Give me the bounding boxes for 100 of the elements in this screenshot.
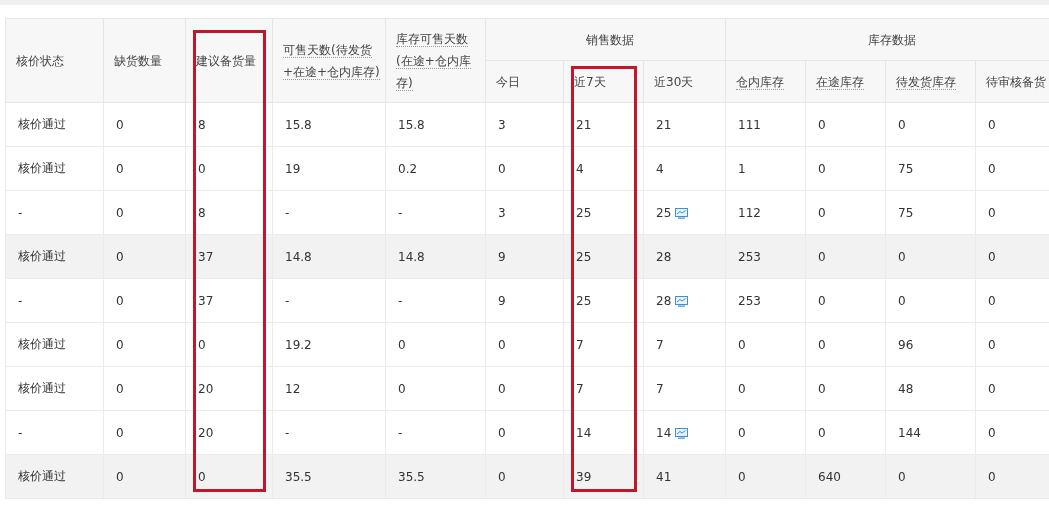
chart-icon[interactable] [675, 295, 689, 307]
table-cell: 0 [738, 381, 746, 396]
table-cell: 0 [818, 205, 826, 220]
table-cell: 0 [988, 337, 996, 352]
table-cell: 核价通过 [18, 337, 66, 351]
table-cell: 7 [656, 337, 664, 352]
table-cell: 核价通过 [18, 161, 66, 175]
table-cell: 0 [988, 469, 996, 484]
column-header: 可售天数(待发货+在途+仓内库存) [272, 18, 386, 103]
table-cell: 0 [116, 425, 124, 440]
table-cell: 0 [116, 117, 124, 132]
table-cell: 20 [198, 425, 214, 440]
table-cell: 28 [656, 249, 672, 264]
table-cell: - [18, 205, 23, 220]
table-cell: 9 [498, 293, 506, 308]
table-cell: 640 [818, 469, 841, 484]
table-cell: 96 [898, 337, 914, 352]
table-cell: 0 [738, 337, 746, 352]
table-cell: 14.8 [398, 249, 425, 264]
table-cell: 25 [576, 293, 592, 308]
table-cell: - [398, 205, 403, 220]
table-cell: 7 [656, 381, 664, 396]
table-cell: 12 [285, 381, 301, 396]
table-cell: 0 [818, 381, 826, 396]
table-cell: 20 [198, 381, 214, 396]
column-header: 核价状态 [5, 18, 104, 103]
table-cell: 7 [576, 381, 584, 396]
column-header: 在途库存 [805, 60, 886, 103]
column-header: 今日 [485, 60, 564, 103]
table-cell: 25 [576, 249, 592, 264]
table-cell: 8 [198, 117, 206, 132]
table-cell: 37 [198, 293, 214, 308]
table-cell: 41 [656, 469, 672, 484]
table-cell: 3 [498, 117, 506, 132]
table-cell: 0 [898, 469, 906, 484]
table-cell: 0 [198, 469, 206, 484]
table-cell: 111 [738, 117, 761, 132]
table-cell: - [398, 425, 403, 440]
table-cell: 核价通过 [18, 381, 66, 395]
table-cell: 0 [988, 293, 996, 308]
table-cell: 0 [988, 205, 996, 220]
table-cell: 35.5 [398, 469, 425, 484]
table-cell: 15.8 [398, 117, 425, 132]
table-cell: 8 [198, 205, 206, 220]
table-cell: 0 [198, 161, 206, 176]
table-cell: 75 [898, 205, 914, 220]
table-cell: 14.8 [285, 249, 312, 264]
table-cell: 0 [398, 381, 406, 396]
table-cell: - [398, 293, 403, 308]
table-cell: 48 [898, 381, 914, 396]
chart-icon[interactable] [675, 207, 689, 219]
table-cell: 21 [656, 117, 672, 132]
table-cell: 0 [988, 117, 996, 132]
table-cell: 1 [738, 161, 746, 176]
chart-icon[interactable] [675, 427, 689, 439]
table-cell: - [285, 293, 290, 308]
column-group-header: 库存数据 [725, 18, 1049, 61]
table-cell: 0 [498, 381, 506, 396]
table-cell: 15.8 [285, 117, 312, 132]
table-cell: 4 [576, 161, 584, 176]
table-cell: 0 [116, 161, 124, 176]
table-cell: 0 [116, 205, 124, 220]
table-cell: 核价通过 [18, 469, 66, 483]
table-cell: 0 [818, 249, 826, 264]
table-cell: 0 [818, 337, 826, 352]
table-cell: 0 [898, 117, 906, 132]
table-cell: 0 [988, 381, 996, 396]
table-cell: 0 [818, 425, 826, 440]
table-cell: 21 [576, 117, 592, 132]
table-cell: 0 [116, 337, 124, 352]
column-header: 仓内库存 [725, 60, 806, 103]
column-header: 缺货数量 [103, 18, 186, 103]
table-cell: 0 [988, 249, 996, 264]
table-cell: 0 [498, 161, 506, 176]
table-cell: 4 [656, 161, 664, 176]
table-cell: 0 [116, 469, 124, 484]
table-cell: 0 [116, 381, 124, 396]
table-cell: 25 [576, 205, 592, 220]
column-header: 库存可售天数(在途+仓内库存) [385, 18, 486, 103]
table-cell: 253 [738, 249, 761, 264]
table-cell: 0 [498, 425, 506, 440]
table-cell: 0 [198, 337, 206, 352]
table-cell: 37 [198, 249, 214, 264]
table-cell: 19 [285, 161, 301, 176]
table-cell: 0 [498, 337, 506, 352]
table-cell: 0.2 [398, 161, 418, 176]
table-cell: 0 [898, 293, 906, 308]
table-cell: 核价通过 [18, 117, 66, 131]
column-group-header: 销售数据 [485, 18, 726, 61]
table-cell: 0 [818, 117, 826, 132]
table-cell: 14 [656, 425, 672, 440]
table-cell: 25 [656, 205, 672, 220]
table-cell: 28 [656, 293, 672, 308]
table-cell: 0 [116, 293, 124, 308]
table-cell: 0 [398, 337, 406, 352]
table-cell: - [285, 425, 290, 440]
column-header: 待发货库存 [885, 60, 976, 103]
table-cell: 19.2 [285, 337, 312, 352]
table-cell: 0 [818, 293, 826, 308]
table-cell: 0 [738, 469, 746, 484]
